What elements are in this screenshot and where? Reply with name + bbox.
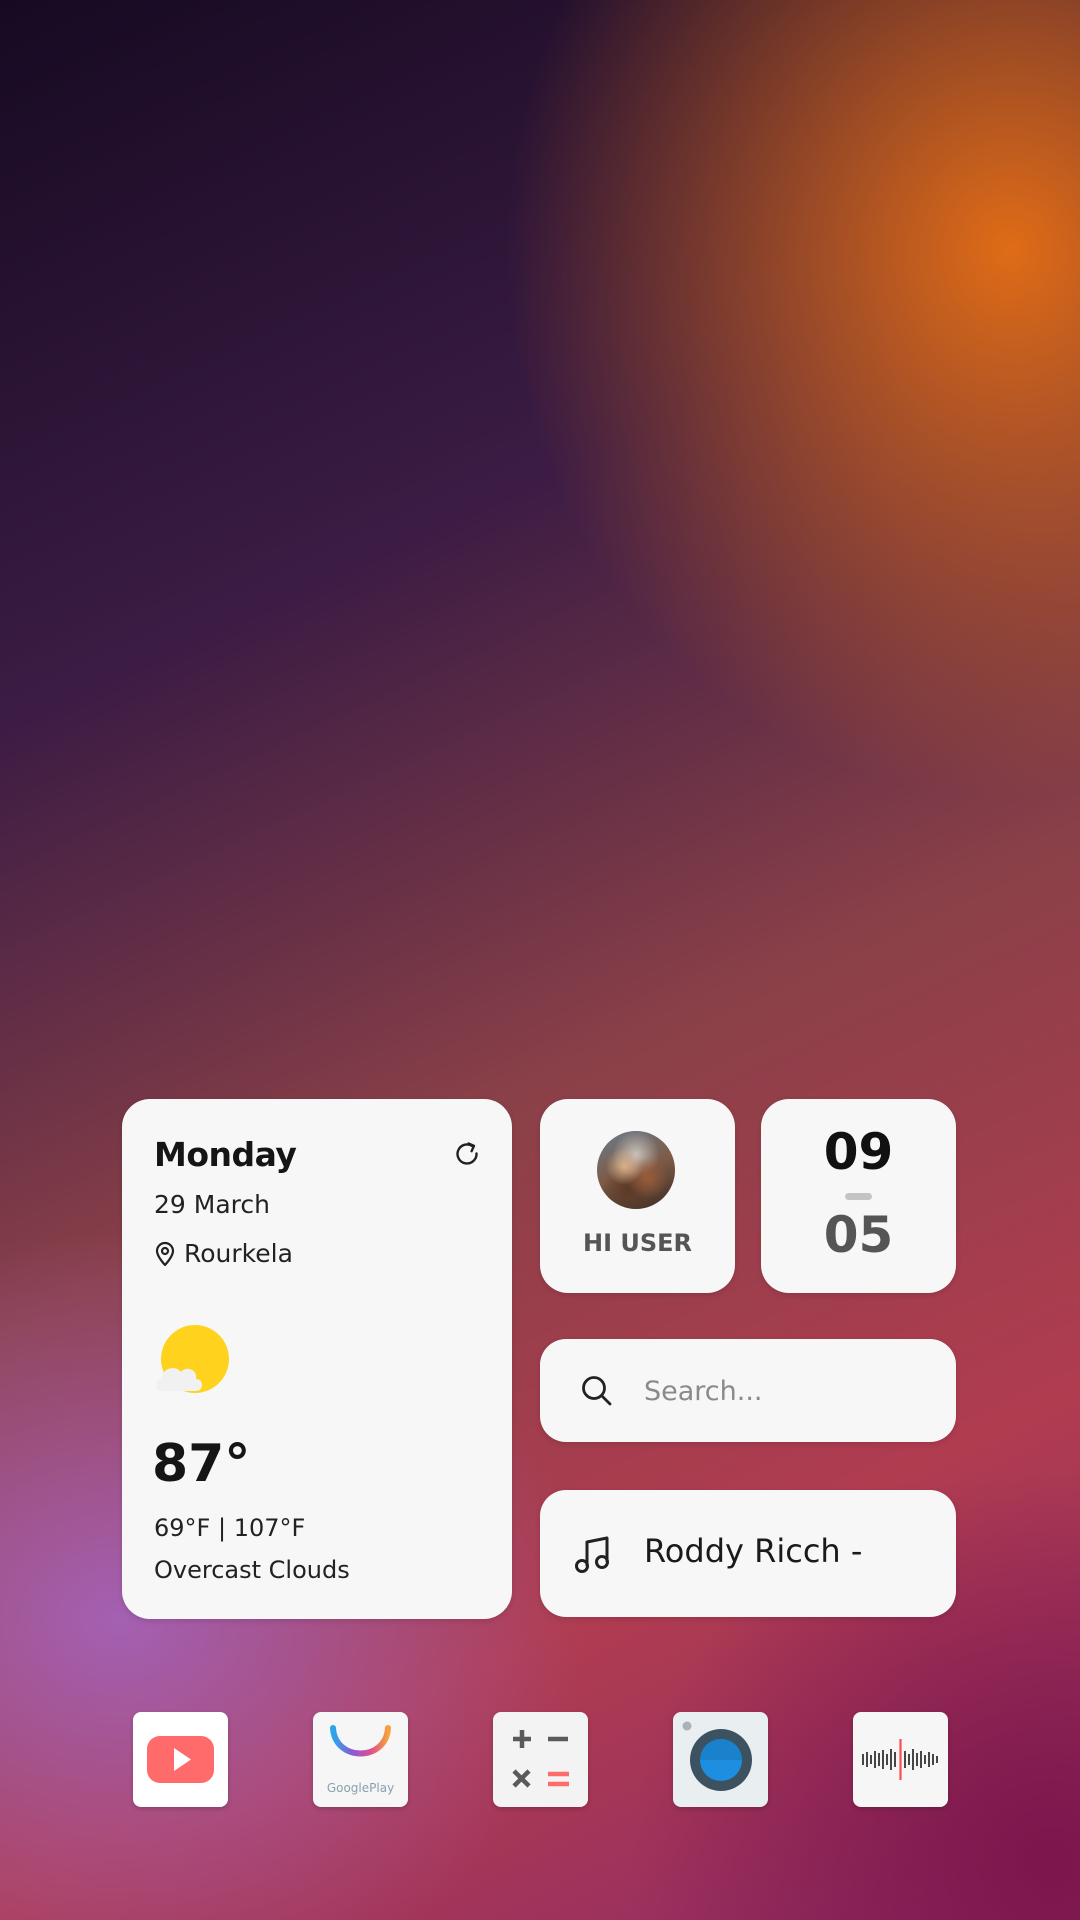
home-screen: Monday 29 March Rourkela 87° 69°F | 107°… [0, 0, 1080, 1920]
calculator-icon [512, 1730, 569, 1788]
google-play-app[interactable]: GooglePlay [313, 1712, 408, 1807]
search-bar[interactable] [540, 1339, 956, 1442]
refresh-icon[interactable] [452, 1139, 482, 1169]
weather-day: Monday [154, 1135, 297, 1174]
weather-location-label: Rourkela [184, 1239, 293, 1268]
sound-recorder-icon [862, 1739, 938, 1780]
youtube-app[interactable] [133, 1712, 228, 1807]
google-play-label: GooglePlay [326, 1781, 395, 1795]
clock-separator [845, 1193, 872, 1200]
weather-condition: Overcast Clouds [154, 1556, 350, 1584]
music-note-icon [575, 1536, 609, 1573]
weather-widget[interactable]: Monday 29 March Rourkela 87° 69°F | 107°… [122, 1099, 512, 1619]
partly-cloudy-icon [156, 1325, 229, 1393]
camera-icon [682, 1721, 752, 1791]
weather-range: 69°F | 107°F [154, 1514, 306, 1542]
calculator-app[interactable] [493, 1712, 588, 1807]
weather-temperature: 87° [152, 1434, 251, 1494]
clock-minutes: 05 [823, 1206, 894, 1264]
avatar[interactable] [597, 1131, 675, 1209]
profile-widget[interactable]: HI USER [540, 1099, 735, 1293]
weather-date: 29 March [154, 1190, 270, 1219]
now-playing-title: Roddy Ricch - [644, 1532, 863, 1570]
music-widget[interactable]: Roddy Ricch - [540, 1490, 956, 1617]
camera-app[interactable] [673, 1712, 768, 1807]
sound-recorder-app[interactable] [853, 1712, 948, 1807]
weather-location: Rourkela [154, 1239, 293, 1268]
youtube-icon [147, 1736, 214, 1783]
greeting-label: HI USER [582, 1229, 693, 1257]
location-pin-icon [155, 1241, 175, 1266]
search-icon [582, 1376, 612, 1406]
clock-hours: 09 [823, 1123, 894, 1181]
search-input[interactable] [642, 1367, 936, 1415]
clock-widget[interactable]: 09 05 [761, 1099, 956, 1293]
